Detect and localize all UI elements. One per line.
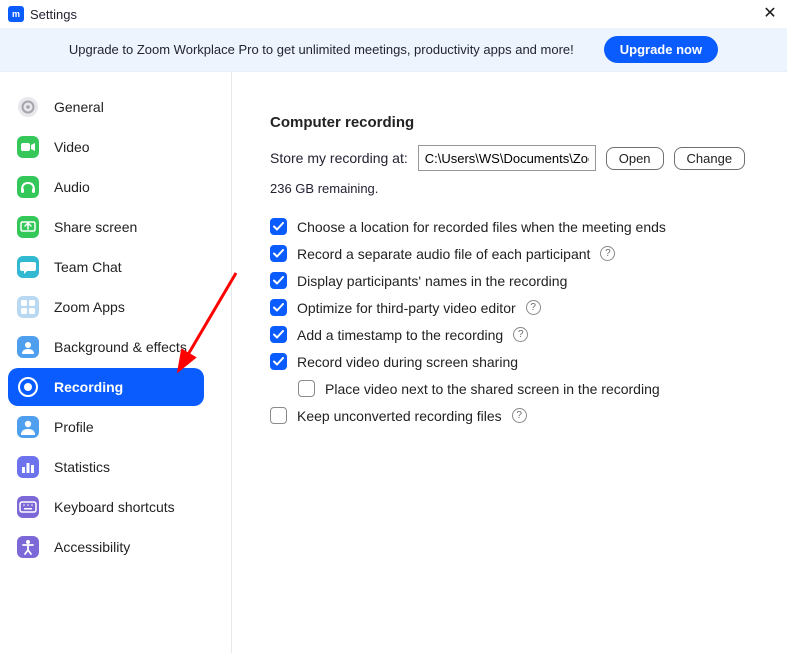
sidebar-item-profile[interactable]: Profile — [8, 408, 219, 446]
statistics-icon — [16, 455, 40, 479]
video-icon — [16, 135, 40, 159]
sidebar-item-label: Background & effects — [54, 339, 187, 355]
sidebar-item-zoom-apps[interactable]: Zoom Apps — [8, 288, 219, 326]
window-title: Settings — [30, 7, 77, 22]
recording-option: Place video next to the shared screen in… — [298, 380, 757, 397]
option-label: Display participants' names in the recor… — [297, 273, 567, 289]
option-label: Optimize for third-party video editor — [297, 300, 516, 316]
sidebar-item-video[interactable]: Video — [8, 128, 219, 166]
sidebar-item-share-screen[interactable]: Share screen — [8, 208, 219, 246]
sidebar-item-audio[interactable]: Audio — [8, 168, 219, 206]
sidebar-item-label: Video — [54, 139, 90, 155]
sidebar-item-label: Profile — [54, 419, 94, 435]
checkbox[interactable] — [270, 407, 287, 424]
option-label: Place video next to the shared screen in… — [325, 381, 660, 397]
recording-options: Choose a location for recorded files whe… — [270, 218, 757, 424]
sidebar-item-label: Zoom Apps — [54, 299, 125, 315]
sidebar-item-general[interactable]: General — [8, 88, 219, 126]
sidebar-item-label: Recording — [54, 379, 123, 395]
recording-option: Add a timestamp to the recording? — [270, 326, 757, 343]
promo-banner: Upgrade to Zoom Workplace Pro to get unl… — [0, 28, 787, 72]
help-icon[interactable]: ? — [600, 246, 615, 261]
option-label: Record video during screen sharing — [297, 354, 518, 370]
sidebar-item-statistics[interactable]: Statistics — [8, 448, 219, 486]
recording-option: Optimize for third-party video editor? — [270, 299, 757, 316]
sidebar-item-label: Share screen — [54, 219, 137, 235]
store-label: Store my recording at: — [270, 150, 408, 166]
help-icon[interactable]: ? — [526, 300, 541, 315]
recording-option: Record a separate audio file of each par… — [270, 245, 757, 262]
checkbox[interactable] — [270, 326, 287, 343]
gear-icon — [16, 95, 40, 119]
close-icon[interactable]: ✕ — [761, 4, 779, 22]
checkbox[interactable] — [270, 272, 287, 289]
settings-sidebar: General Video Audio Share screen Team Ch — [0, 72, 232, 653]
window-titlebar: m Settings ✕ — [0, 0, 787, 28]
chat-icon — [16, 255, 40, 279]
open-button[interactable]: Open — [606, 147, 664, 170]
sidebar-item-label: Accessibility — [54, 539, 130, 555]
share-screen-icon — [16, 215, 40, 239]
sidebar-item-label: Audio — [54, 179, 90, 195]
help-icon[interactable]: ? — [513, 327, 528, 342]
apps-icon — [16, 295, 40, 319]
option-label: Choose a location for recorded files whe… — [297, 219, 666, 235]
recording-option: Keep unconverted recording files? — [270, 407, 757, 424]
option-label: Add a timestamp to the recording — [297, 327, 503, 343]
checkbox[interactable] — [298, 380, 315, 397]
option-label: Keep unconverted recording files — [297, 408, 502, 424]
sidebar-item-label: General — [54, 99, 104, 115]
recording-option: Display participants' names in the recor… — [270, 272, 757, 289]
section-title: Computer recording — [270, 114, 757, 131]
app-icon: m — [8, 6, 24, 22]
sidebar-item-team-chat[interactable]: Team Chat — [8, 248, 219, 286]
recording-panel: Computer recording Store my recording at… — [232, 72, 787, 653]
recording-option: Choose a location for recorded files whe… — [270, 218, 757, 235]
headphones-icon — [16, 175, 40, 199]
record-icon — [16, 375, 40, 399]
sidebar-item-recording[interactable]: Recording — [8, 368, 204, 406]
checkbox[interactable] — [270, 245, 287, 262]
sidebar-item-accessibility[interactable]: Accessibility — [8, 528, 219, 566]
checkbox[interactable] — [270, 353, 287, 370]
recording-path-input[interactable] — [418, 145, 596, 171]
recording-path-row: Store my recording at: Open Change — [270, 145, 757, 171]
keyboard-icon — [16, 495, 40, 519]
change-button[interactable]: Change — [674, 147, 746, 170]
sidebar-item-label: Team Chat — [54, 259, 122, 275]
space-remaining: 236 GB remaining. — [270, 181, 757, 196]
background-icon — [16, 335, 40, 359]
checkbox[interactable] — [270, 218, 287, 235]
sidebar-item-label: Statistics — [54, 459, 110, 475]
upgrade-button[interactable]: Upgrade now — [604, 36, 718, 63]
accessibility-icon — [16, 535, 40, 559]
checkbox[interactable] — [270, 299, 287, 316]
option-label: Record a separate audio file of each par… — [297, 246, 590, 262]
sidebar-item-background-effects[interactable]: Background & effects — [8, 328, 219, 366]
recording-option: Record video during screen sharing — [270, 353, 757, 370]
promo-text: Upgrade to Zoom Workplace Pro to get unl… — [69, 42, 574, 57]
help-icon[interactable]: ? — [512, 408, 527, 423]
profile-icon — [16, 415, 40, 439]
sidebar-item-label: Keyboard shortcuts — [54, 499, 175, 515]
sidebar-item-keyboard-shortcuts[interactable]: Keyboard shortcuts — [8, 488, 219, 526]
